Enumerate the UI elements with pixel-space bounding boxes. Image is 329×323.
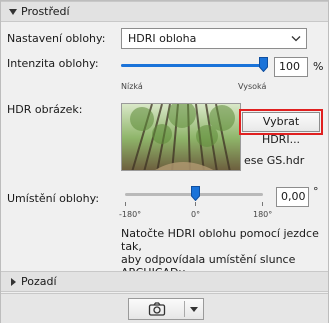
caret-down-icon[interactable]	[189, 306, 199, 313]
position-tick-mid	[195, 202, 196, 206]
help-line-1: Natočte HDRI oblohu pomocí jezdce tak,	[121, 227, 319, 253]
position-max-label: 180°	[253, 210, 273, 219]
hdr-image-label: HDR obrázek:	[7, 103, 83, 116]
intensity-min-label: Nízká	[121, 82, 143, 91]
expand-arrow-icon	[11, 278, 16, 286]
intensity-value-field[interactable]: 100	[274, 57, 308, 77]
sky-setting-select[interactable]: HDRI obloha	[121, 28, 307, 49]
section-title-background: Pozadí	[21, 275, 57, 288]
bottom-toolbar	[1, 293, 328, 323]
button-separator	[184, 301, 185, 317]
intensity-slider-fill	[121, 64, 263, 67]
choose-hdri-button-label: Vybrat HDRI...	[242, 112, 320, 146]
position-unit: °	[313, 185, 319, 198]
sky-position-label: Umístění oblohy:	[7, 192, 100, 205]
section-header-environment[interactable]: Prostředí	[1, 1, 328, 22]
forest-preview-image	[122, 104, 240, 170]
intensity-unit: %	[313, 60, 324, 73]
position-value-field[interactable]: 0,00	[276, 187, 309, 207]
help-line-2: aby odpovídala umístění slunce	[121, 253, 296, 266]
hdr-image-preview	[121, 103, 241, 171]
environment-panel: Prostředí Nastavení oblohy: HDRI obloha …	[0, 0, 329, 323]
section-header-background[interactable]: Pozadí	[1, 271, 328, 292]
position-min-label: -180°	[119, 210, 142, 219]
section-title-environment: Prostředí	[21, 5, 70, 18]
position-tick-max	[262, 202, 263, 206]
render-camera-button[interactable]	[128, 298, 204, 320]
choose-hdri-button[interactable]: Vybrat HDRI...	[239, 109, 323, 146]
sky-setting-label: Nastavení oblohy:	[7, 32, 106, 45]
intensity-slider-thumb[interactable]	[258, 57, 268, 72]
intensity-max-label: Vysoká	[238, 82, 267, 91]
position-slider-thumb[interactable]	[191, 186, 200, 201]
position-mid-label: 0°	[191, 210, 201, 219]
sky-setting-value: HDRI obloha	[128, 32, 197, 45]
camera-icon	[148, 302, 166, 316]
hdr-filename: ese GS.hdr	[244, 154, 305, 167]
position-tick-min	[125, 202, 126, 206]
sky-intensity-label: Intenzita oblohy:	[7, 57, 99, 70]
collapse-arrow-icon	[9, 9, 17, 15]
chevron-down-icon	[291, 36, 301, 42]
